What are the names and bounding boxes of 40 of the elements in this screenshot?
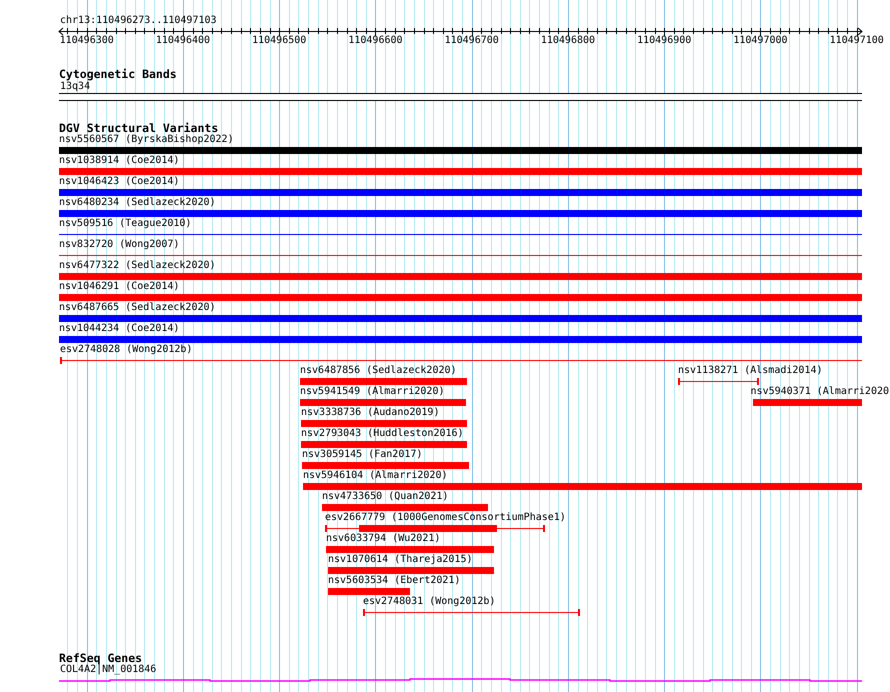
variant-label: nsv1044234 (Coe2014) <box>59 323 180 335</box>
variant-label: nsv1046291 (Coe2014) <box>59 281 180 293</box>
variant-label: nsv6477322 (Sedlazeck2020) <box>59 260 216 272</box>
variant-label: nsv6487856 (Sedlazeck2020) <box>300 365 457 377</box>
ruler-tick-label: 110497000 <box>733 35 788 47</box>
band-label: 13q34 <box>60 81 90 93</box>
variant-label: nsv1138271 (Alsmadi2014) <box>678 365 822 377</box>
variant-label: nsv509516 (Teague2010) <box>59 218 192 230</box>
variant-label: nsv2793043 (Huddleston2016) <box>301 428 464 440</box>
variant-label: esv2748031 (Wong2012b) <box>363 596 496 608</box>
ruler-tick-label: 110496600 <box>348 35 403 47</box>
ruler-tick-label: 110496400 <box>156 35 210 47</box>
ruler-tick-label: 110496800 <box>540 35 596 47</box>
variant-label: nsv3059145 (Fan2017) <box>302 449 422 461</box>
variant-label: nsv6480234 (Sedlazeck2020) <box>59 197 216 209</box>
ruler-tick-label: 110497100 <box>830 35 884 47</box>
variant-label: nsv1038914 (Coe2014) <box>59 155 180 167</box>
track-title: RefSeq Genes <box>59 652 142 665</box>
variant-label: nsv6033794 (Wu2021) <box>326 533 440 545</box>
variant-label: nsv3338736 (Audano2019) <box>301 407 440 419</box>
track-title: DGV Structural Variants <box>59 122 218 135</box>
variant-label: nsv832720 (Wong2007) <box>59 239 180 251</box>
gene-label: COL4A2|NM_001846 <box>60 664 156 676</box>
ruler-tick-label: 110496300 <box>60 35 114 47</box>
variant-label: nsv5941549 (Almarri2020) <box>300 386 444 398</box>
ruler-tick-label: 110496700 <box>444 35 499 47</box>
variant-label: esv2667779 (1000GenomesConsortiumPhase1) <box>325 512 566 524</box>
variant-label: nsv5603534 (Ebert2021) <box>328 575 460 587</box>
variant-label: nsv6487665 (Sedlazeck2020) <box>59 302 216 314</box>
ruler-tick-label: 110496500 <box>252 35 306 47</box>
locus-title: chr13:110496273..110497103 <box>60 15 217 27</box>
ruler-tick-label: 110496900 <box>637 35 692 47</box>
variant-label: nsv5946104 (Almarri2020) <box>303 470 448 482</box>
track-title: Cytogenetic Bands <box>59 68 177 81</box>
variant-label: nsv4733650 (Quan2021) <box>322 491 448 503</box>
variant-label: nsv5560567 (ByrskaBishop2022) <box>59 134 234 146</box>
variant-label: esv2748028 (Wong2012b) <box>60 344 192 356</box>
variant-label: nsv1046423 (Coe2014) <box>59 176 180 188</box>
variant-label: nsv5940371 (Almarri2020 <box>750 386 890 398</box>
variant-label: nsv1070614 (Thareja2015) <box>328 554 472 566</box>
